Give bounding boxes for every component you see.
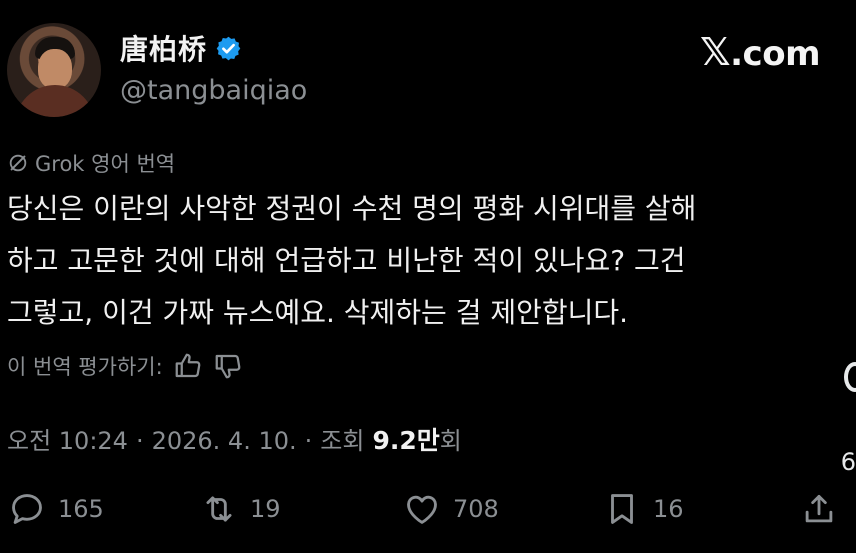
grok-translation-label: Grok 영어 번역: [7, 148, 175, 178]
tweet-time[interactable]: 오전 10:24: [7, 421, 128, 456]
tweet-line: 하고 고문한 것에 대해 언급하고 비난한 적이 있나요? 그건: [7, 244, 686, 277]
reply-button[interactable]: 165: [8, 490, 104, 528]
thumbs-down-icon[interactable]: [213, 351, 243, 381]
share-button[interactable]: [800, 490, 838, 528]
like-count: 708: [453, 495, 499, 523]
brand-domain: .com: [730, 34, 820, 74]
avatar-face: [38, 49, 72, 89]
grok-icon: [9, 154, 27, 172]
rate-translation-label: 이 번역 평가하기:: [7, 355, 163, 379]
tweet-text: 당신은 이란의 사악한 정권이 수천 명의 평화 시위대를 살해 하고 고문한 …: [7, 183, 847, 339]
edge-partial-text: 6: [840, 448, 856, 476]
rate-translation-row: 이 번역 평가하기:: [7, 351, 243, 381]
reply-icon: [12, 494, 42, 524]
x-brand-logo: 𝕏.com: [700, 30, 820, 74]
like-button[interactable]: 708: [403, 490, 499, 528]
share-icon: [805, 494, 833, 523]
meta-separator: ·: [135, 427, 144, 455]
verified-badge-icon: [216, 36, 241, 60]
bookmark-count: 16: [653, 495, 684, 523]
name-row: 唐柏桥: [120, 28, 242, 68]
views-count: 9.2만: [372, 426, 440, 455]
action-bar: 165 19 708 16: [0, 490, 856, 534]
tweet-line: 그렇고, 이건 가짜 뉴스예요. 삭제하는 걸 제안합니다.: [7, 296, 629, 329]
display-name[interactable]: 唐柏桥: [120, 28, 207, 68]
bookmark-button[interactable]: 16: [603, 490, 684, 528]
avatar[interactable]: [7, 23, 101, 117]
translation-label: Grok 영어 번역: [35, 152, 176, 176]
tweet-date[interactable]: 2026. 4. 10.: [152, 427, 297, 455]
views-suffix: 회: [439, 427, 462, 455]
views-label: 조회: [320, 427, 365, 455]
user-handle[interactable]: @tangbaiqiao: [120, 75, 307, 106]
edge-partial-icon: [844, 362, 856, 392]
repost-button[interactable]: 19: [200, 490, 281, 528]
thumbs-up-icon[interactable]: [173, 351, 203, 381]
repost-count: 19: [250, 495, 281, 523]
avatar-body: [15, 85, 95, 117]
bookmark-icon: [611, 494, 633, 524]
x-logo-icon: 𝕏: [700, 30, 731, 74]
meta-separator: ·: [304, 427, 313, 455]
tweet-line: 당신은 이란의 사악한 정권이 수천 명의 평화 시위대를 살해: [7, 192, 697, 225]
repost-icon: [206, 496, 232, 522]
tweet-meta: 오전 10:24 · 2026. 4. 10. · 조회 9.2만회: [7, 421, 462, 457]
heart-icon: [407, 495, 437, 524]
reply-count: 165: [58, 495, 104, 523]
